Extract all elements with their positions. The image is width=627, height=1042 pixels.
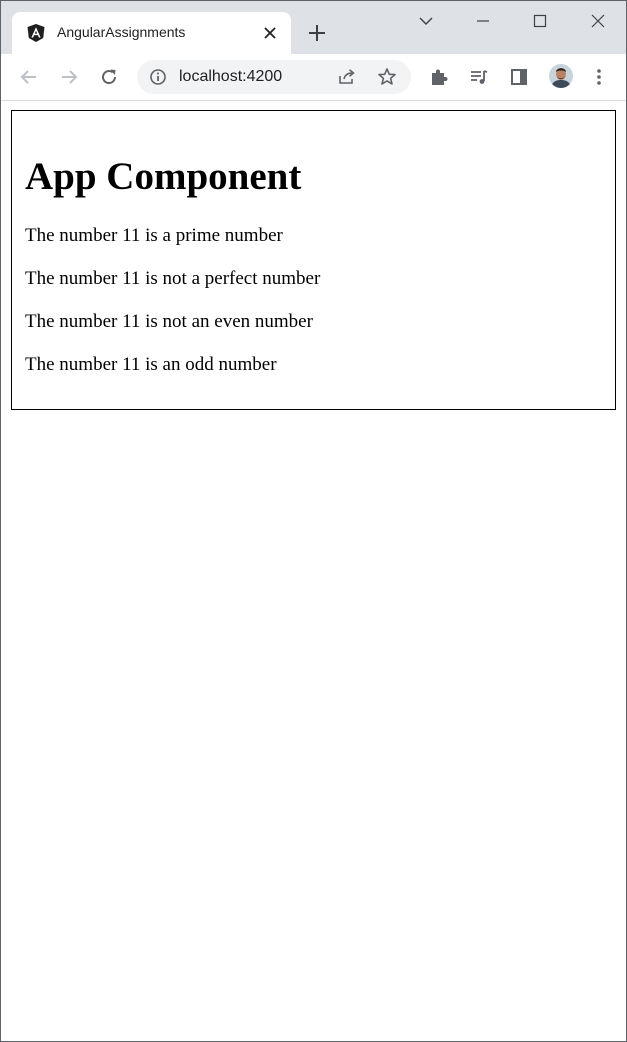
star-icon[interactable] [377, 67, 397, 87]
url-text[interactable]: localhost:4200 [179, 68, 282, 86]
perfect-statement: The number 11 is not a perfect number [25, 268, 321, 289]
prime-statement: The number 11 is a prime number [25, 225, 283, 246]
avatar[interactable] [549, 64, 573, 88]
page-content: App Component The number 11 is a prime n… [1, 101, 626, 1041]
plus-icon[interactable] [305, 21, 329, 45]
side-panel-icon[interactable] [507, 65, 531, 89]
window-close-icon[interactable] [586, 9, 610, 33]
tab-title: AngularAssignments [57, 24, 186, 40]
browser-toolbar: localhost:4200 [1, 54, 626, 101]
info-icon[interactable] [149, 68, 167, 86]
address-bar[interactable]: localhost:4200 [137, 60, 411, 94]
close-icon[interactable] [260, 23, 280, 43]
minimize-icon[interactable] [471, 9, 495, 33]
media-queue-icon[interactable] [467, 65, 491, 89]
share-icon[interactable] [337, 67, 357, 87]
reload-icon[interactable] [97, 65, 121, 89]
chevron-down-icon[interactable] [414, 9, 438, 33]
maximize-icon[interactable] [528, 9, 552, 33]
tab-strip: AngularAssignments [1, 1, 626, 54]
browser-tab[interactable]: AngularAssignments [12, 12, 291, 54]
browser-window: AngularAssignments localhost:4200 App Co… [0, 0, 627, 1042]
arrow-right-icon[interactable] [57, 65, 81, 89]
puzzle-icon[interactable] [427, 65, 451, 89]
even-statement: The number 11 is not an even number [25, 311, 313, 332]
arrow-left-icon[interactable] [17, 65, 41, 89]
kebab-menu-icon[interactable] [587, 65, 611, 89]
odd-statement: The number 11 is an odd number [25, 354, 277, 375]
page-title: App Component [25, 155, 302, 198]
angular-logo-icon [26, 23, 46, 43]
app-component-box: App Component The number 11 is a prime n… [11, 110, 616, 410]
